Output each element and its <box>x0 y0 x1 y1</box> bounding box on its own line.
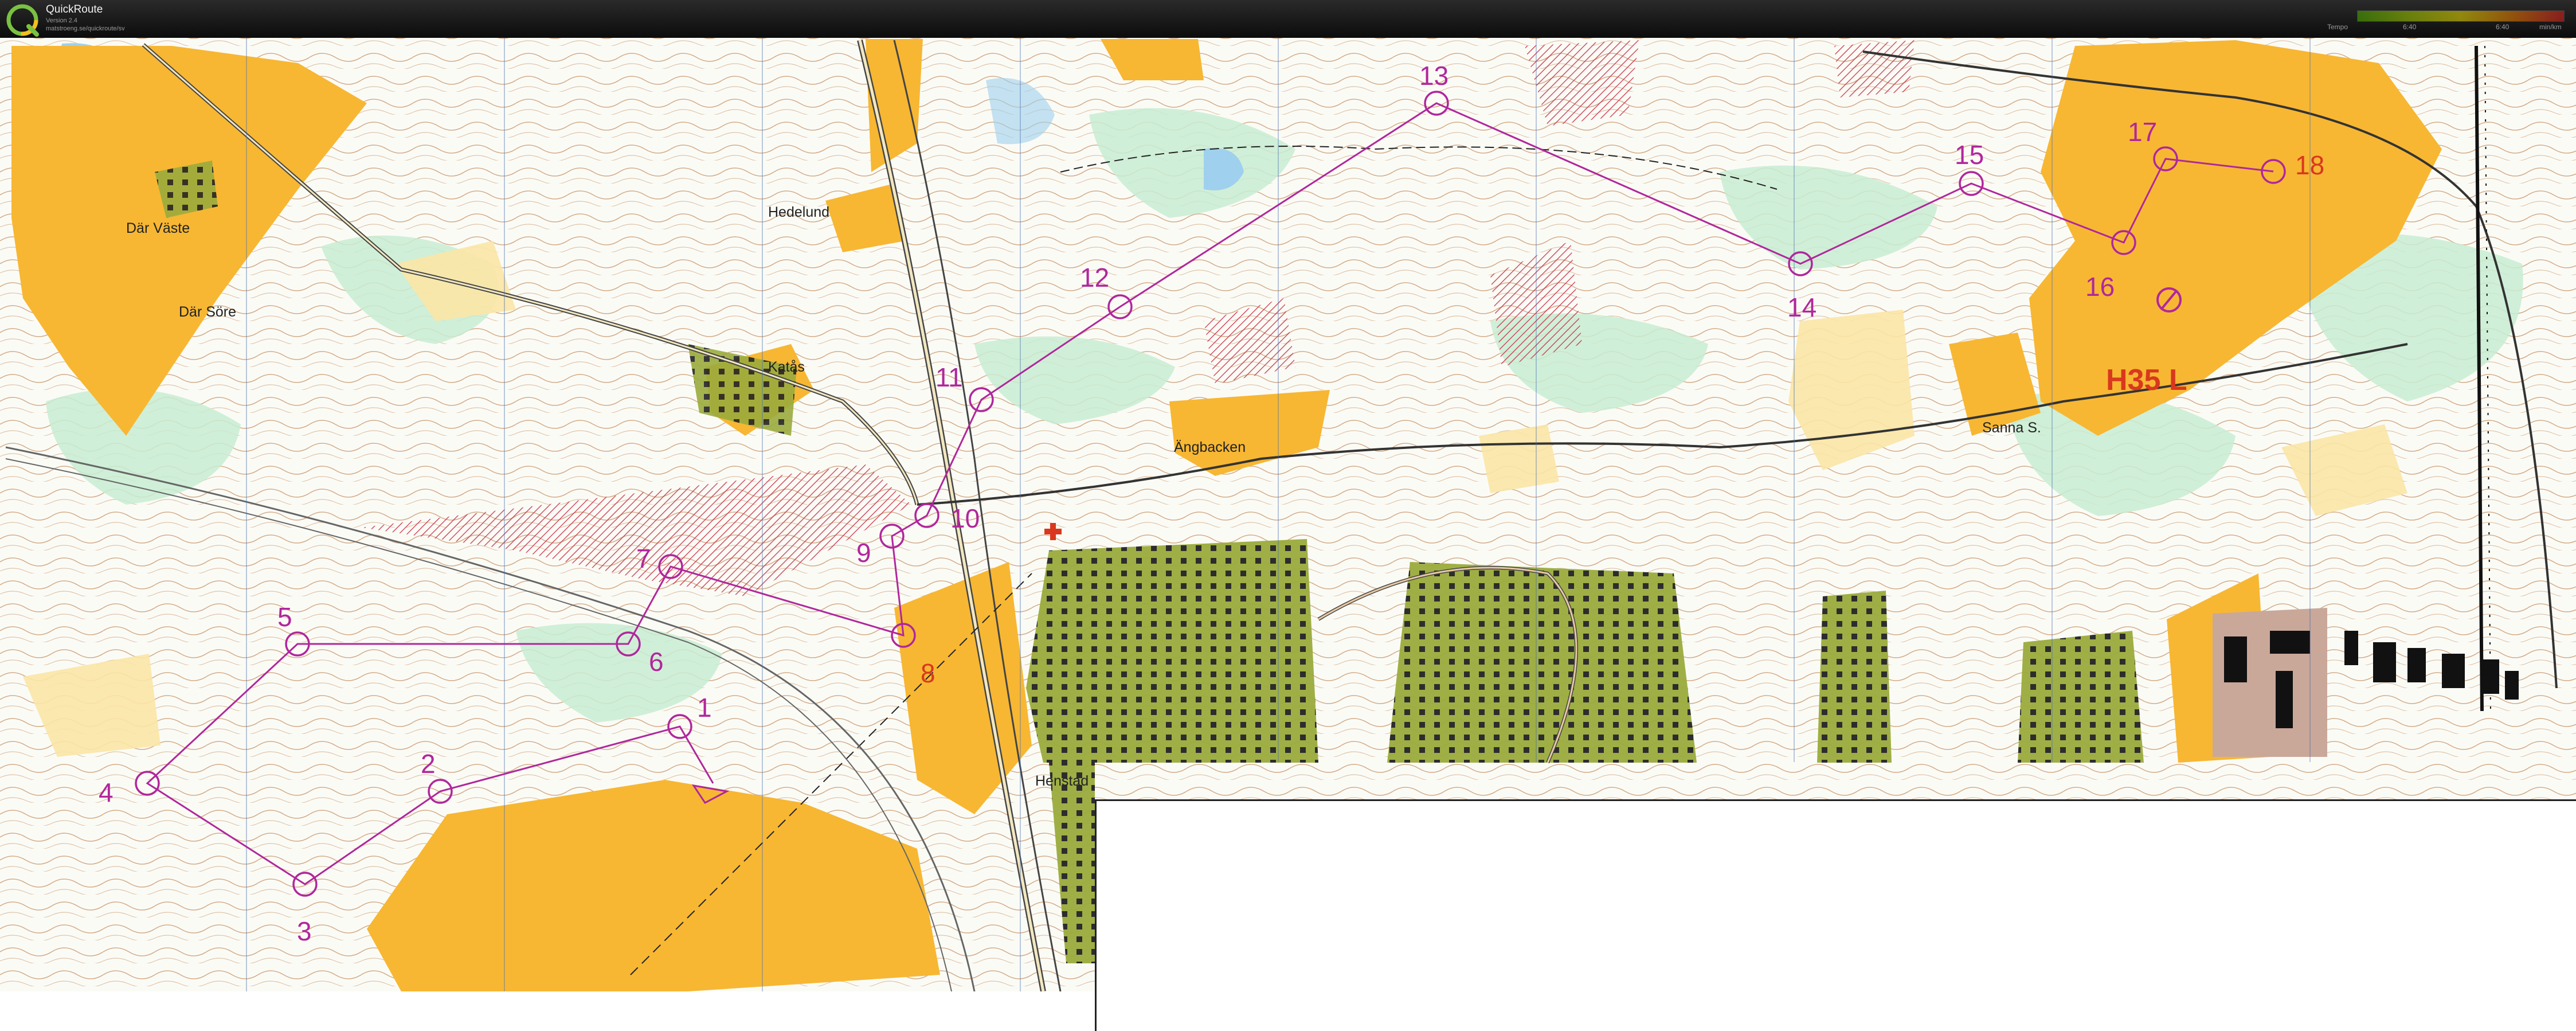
control-number: 7 <box>636 544 651 573</box>
pace-legend-max: 6:40 <box>2496 23 2510 31</box>
pace-color-scale <box>2357 10 2565 22</box>
place-name: Där Väste <box>126 220 190 236</box>
app-version: Version 2.4 <box>46 17 78 24</box>
place-name: Ängbacken <box>1174 439 1246 455</box>
quickroute-logo-icon <box>6 4 39 37</box>
control-number: 12 <box>1080 263 1109 292</box>
pace-legend-unit: min/km <box>2539 23 2562 31</box>
app-header: QuickRoute Version 2.4 matstroeng.se/qui… <box>0 0 2576 38</box>
blank-panel <box>1095 799 2576 1031</box>
orienteering-map[interactable]: Där Väste Där Söre Hedelund Katås Ängbac… <box>0 38 2576 1031</box>
control-number: 18 <box>2295 150 2324 180</box>
place-name: Där Söre <box>179 304 236 320</box>
pace-legend-label: Tempo <box>2327 23 2348 31</box>
pace-legend: Tempo 6:40 6:40 min/km <box>2327 7 2568 32</box>
control-number: 6 <box>649 647 664 677</box>
place-name: Sanna S. <box>1982 420 2041 436</box>
control-number: 9 <box>856 538 871 568</box>
control-number: 4 <box>99 778 113 807</box>
control-number: 1 <box>697 693 712 723</box>
control-number: 17 <box>2128 117 2157 147</box>
app-title: QuickRoute <box>46 3 103 15</box>
control-number: 11 <box>935 362 963 392</box>
control-number: 16 <box>2085 272 2115 302</box>
control-number: 2 <box>421 749 436 779</box>
place-name: Hedelund <box>768 204 829 220</box>
control-number: 3 <box>297 916 312 946</box>
app-url: matstroeng.se/quickroute/sv <box>46 25 125 32</box>
course-class-label: H35 L <box>2106 364 2187 397</box>
control-number: 14 <box>1787 292 1816 322</box>
place-name: Katås <box>768 359 805 375</box>
control-number: 13 <box>1419 61 1448 91</box>
control-number: 8 <box>921 658 935 688</box>
pace-legend-min: 6:40 <box>2403 23 2417 31</box>
place-name: Henstad <box>1035 773 1089 789</box>
control-number: 10 <box>950 503 980 533</box>
control-number: 5 <box>277 602 292 632</box>
control-number: 15 <box>1955 140 1984 170</box>
